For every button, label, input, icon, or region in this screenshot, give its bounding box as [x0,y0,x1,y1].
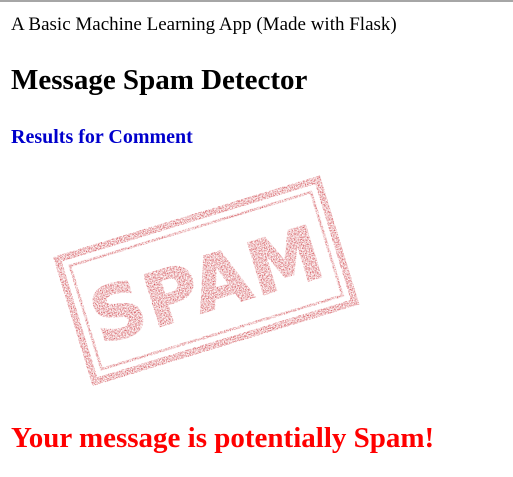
app-tagline: A Basic Machine Learning App (Made with … [11,14,397,35]
spam-stamp-image: SPAM [53,175,360,387]
top-border [0,0,513,2]
spam-verdict-message: Your message is potentially Spam! [11,422,435,454]
stamp-label: SPAM [81,209,335,361]
results-heading: Results for Comment [11,126,193,148]
page-title: Message Spam Detector [11,64,308,96]
